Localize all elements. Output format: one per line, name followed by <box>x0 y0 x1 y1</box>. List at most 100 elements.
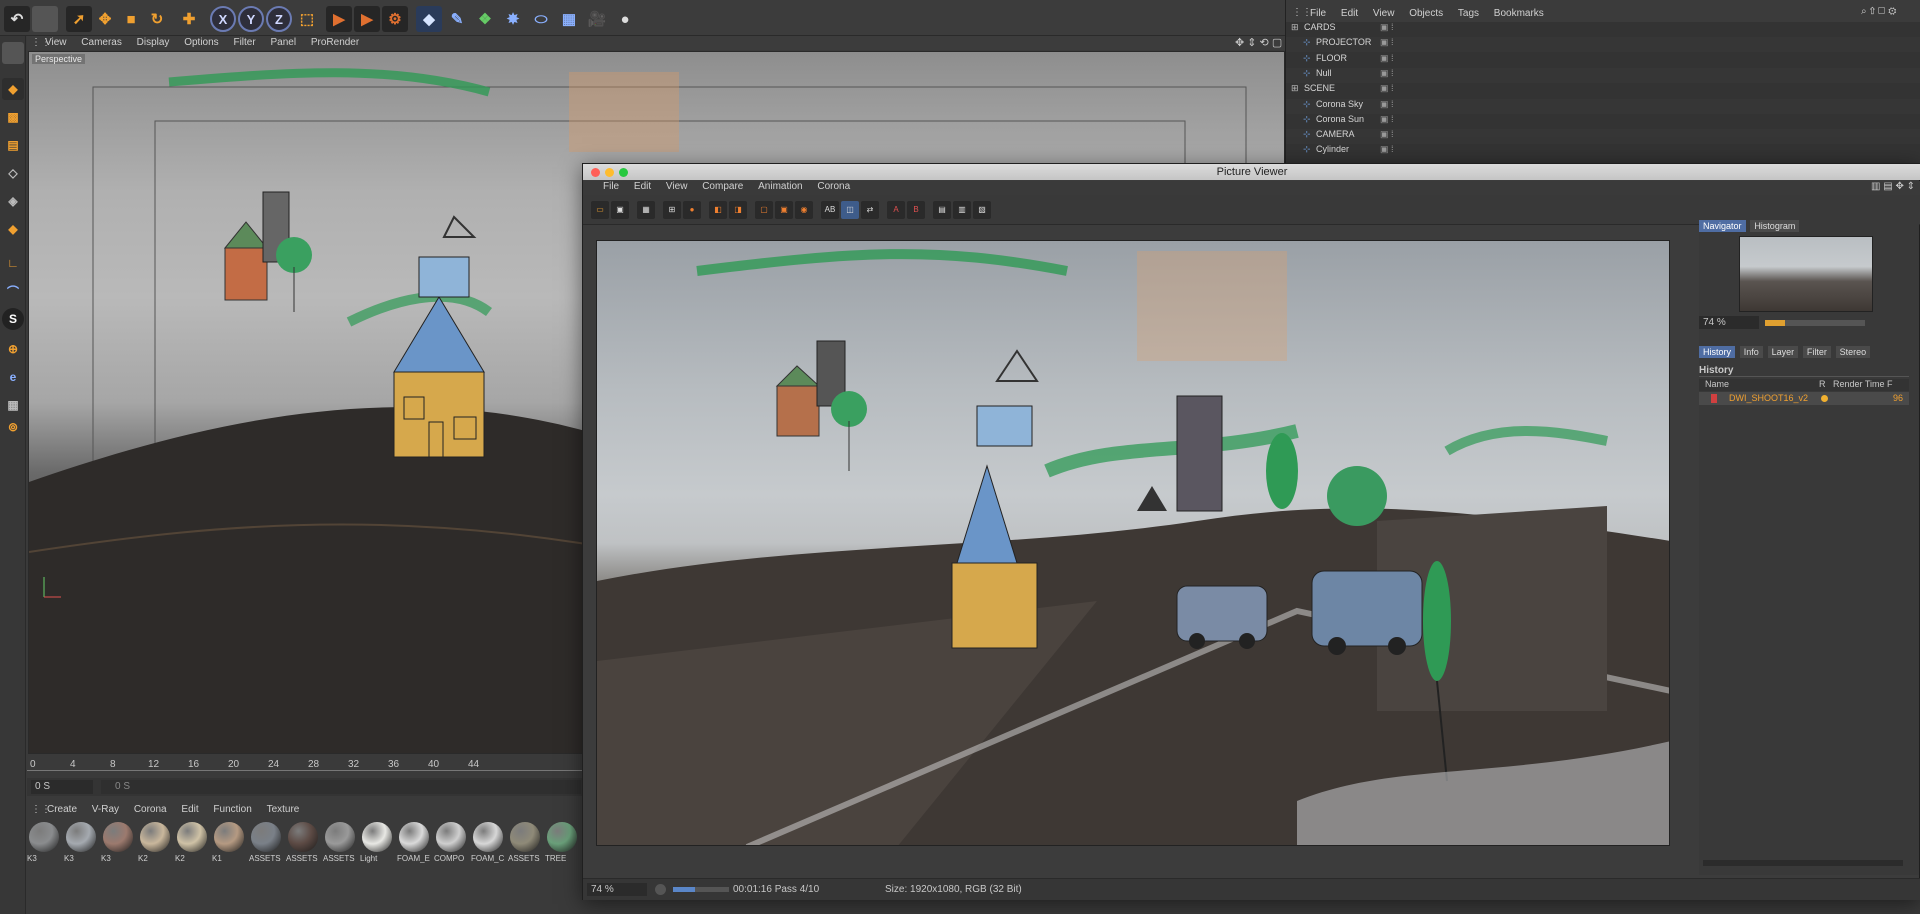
material-swatch[interactable]: K3 <box>101 820 135 868</box>
tab-navigator[interactable]: Navigator <box>1699 220 1746 232</box>
region-select-icon[interactable]: ▣ <box>775 201 793 219</box>
y-axis-button[interactable]: Y <box>238 6 264 32</box>
material-swatch[interactable]: K1 <box>212 820 246 868</box>
filter-icon[interactable]: ▤ <box>933 201 951 219</box>
material-swatch[interactable]: TREE <box>545 820 579 868</box>
current-frame-field[interactable]: 0 S <box>31 780 93 794</box>
material-menu-vray[interactable]: V-Ray <box>92 804 119 815</box>
texture-mode-icon[interactable]: ▩ <box>2 106 24 128</box>
live-selection-icon[interactable]: ✚ <box>176 6 202 32</box>
pv-menu-compare[interactable]: Compare <box>702 181 743 192</box>
visibility-toggle-icon[interactable]: ▣ ⁞ <box>1380 129 1394 140</box>
tweak-mode-icon[interactable]: ⌒ <box>2 280 24 302</box>
material-menu-edit[interactable]: Edit <box>181 804 198 815</box>
region-clear-icon[interactable]: ◉ <box>795 201 813 219</box>
pen-icon[interactable]: ✎ <box>444 6 470 32</box>
tab-layer[interactable]: Layer <box>1767 346 1799 358</box>
tab-history[interactable]: History <box>1699 346 1736 358</box>
render-view-icon[interactable]: ▶ <box>326 6 352 32</box>
viewport-menu-options[interactable]: Options <box>184 37 218 48</box>
object-menu-view[interactable]: View <box>1373 8 1395 19</box>
zoom-step-icon[interactable] <box>655 884 666 895</box>
rendered-image[interactable] <box>596 240 1670 846</box>
subdivision-icon[interactable]: ❖ <box>472 6 498 32</box>
viewport-menu-view[interactable]: View <box>45 37 67 48</box>
points-mode-icon[interactable]: ◇ <box>2 162 24 184</box>
object-row[interactable]: ⊹ PROJECTOR ▣ ⁞ <box>1286 37 1920 53</box>
redo-icon[interactable] <box>32 6 58 32</box>
viewport-menu-prorender[interactable]: ProRender <box>311 37 359 48</box>
material-menu-texture[interactable]: Texture <box>267 804 300 815</box>
camera-icon[interactable]: 🎥 <box>584 6 610 32</box>
channel-icon[interactable]: ▧ <box>973 201 991 219</box>
visibility-toggle-icon[interactable]: ▣ ⁞ <box>1380 53 1394 64</box>
stop-render-icon[interactable]: ⊞ <box>663 201 681 219</box>
pv-layout-icon[interactable]: ▥ ▤ ✥ ⇕ <box>1871 181 1915 192</box>
timeline-ruler[interactable]: 0 4 8 12 16 20 24 28 32 36 40 44 <box>27 756 587 774</box>
set-b-icon[interactable]: B <box>907 201 925 219</box>
object-name[interactable]: Corona Sky <box>1316 99 1363 109</box>
rotate-icon[interactable]: ↻ <box>144 6 170 32</box>
swap-icon[interactable]: ⇄ <box>861 201 879 219</box>
tab-stereo[interactable]: Stereo <box>1835 346 1871 358</box>
visibility-toggle-icon[interactable]: ▣ ⁞ <box>1380 144 1394 155</box>
object-row[interactable]: ⊹ CAMERA ▣ ⁞ <box>1286 129 1920 145</box>
visibility-toggle-icon[interactable]: ▣ ⁞ <box>1380 114 1394 125</box>
object-name[interactable]: SCENE <box>1304 83 1335 93</box>
navigator-thumbnail[interactable] <box>1739 236 1873 312</box>
render-picture-viewer-icon[interactable]: ▶ <box>354 6 380 32</box>
object-name[interactable]: Null <box>1316 68 1332 78</box>
object-menu-bookmarks[interactable]: Bookmarks <box>1494 8 1544 19</box>
zoom-window-button[interactable] <box>619 168 628 177</box>
render-icon[interactable]: ● <box>683 201 701 219</box>
viewport-menu-filter[interactable]: Filter <box>233 37 255 48</box>
object-row[interactable]: ⊹ Null ▣ ⁞ <box>1286 67 1920 83</box>
history-scrollbar[interactable] <box>1703 860 1903 866</box>
history-row[interactable]: DWI_SHOOT16_v2 96 <box>1699 392 1909 405</box>
object-row[interactable]: ⊹ Corona Sun ▣ ⁞ <box>1286 113 1920 129</box>
viewport-menu-panel[interactable]: Panel <box>270 37 296 48</box>
lock-workplane-icon[interactable]: ⊕ <box>2 338 24 360</box>
material-swatch[interactable]: FOAM_C <box>471 820 505 868</box>
material-swatch[interactable]: K2 <box>175 820 209 868</box>
object-type-icon[interactable]: ⊹ <box>1303 114 1311 125</box>
material-swatch[interactable]: K3 <box>27 820 61 868</box>
pv-menu-file[interactable]: File <box>603 181 619 192</box>
visibility-toggle-icon[interactable]: ▣ ⁞ <box>1380 83 1394 94</box>
object-type-icon[interactable]: ⊹ <box>1303 53 1311 64</box>
object-row[interactable]: ⊹ Corona Sky ▣ ⁞ <box>1286 98 1920 114</box>
save-file-icon[interactable]: ▣ <box>611 201 629 219</box>
cube-icon[interactable]: ◆ <box>416 6 442 32</box>
object-menu-tags[interactable]: Tags <box>1458 8 1479 19</box>
layer-icon[interactable]: ▥ <box>953 201 971 219</box>
object-type-icon[interactable]: ⊹ <box>1303 37 1311 48</box>
region-icon[interactable]: ▢ <box>755 201 773 219</box>
compare-ab-icon[interactable]: AB <box>821 201 839 219</box>
object-type-icon[interactable]: ⊹ <box>1303 99 1311 110</box>
navigator-zoom-field[interactable]: 74 % <box>1699 316 1759 329</box>
x-axis-button[interactable]: X <box>210 6 236 32</box>
object-type-icon[interactable]: ⊹ <box>1303 144 1311 155</box>
object-type-icon[interactable]: ⊹ <box>1303 68 1311 79</box>
copy-icon[interactable]: ◧ <box>709 201 727 219</box>
visibility-toggle-icon[interactable]: ▣ ⁞ <box>1380 22 1394 33</box>
zoom-field[interactable]: 74 % <box>587 883 647 896</box>
coordinate-system-icon[interactable]: ⬚ <box>294 6 320 32</box>
history-col-name[interactable]: Name <box>1705 379 1729 389</box>
object-row[interactable]: ⊞ CARDS ▣ ⁞ <box>1286 22 1920 37</box>
axis-mode-icon[interactable]: ∟ <box>2 252 24 274</box>
move-icon[interactable]: ✥ <box>92 6 118 32</box>
material-swatch[interactable]: FOAM_E <box>397 820 431 868</box>
material-menu-function[interactable]: Function <box>213 804 251 815</box>
material-swatch[interactable]: K3 <box>64 820 98 868</box>
make-editable-icon[interactable] <box>2 42 24 64</box>
deformer-icon[interactable]: ⬭ <box>528 6 554 32</box>
light-icon[interactable]: ● <box>612 6 638 32</box>
paste-icon[interactable]: ◨ <box>729 201 747 219</box>
object-row[interactable]: ⊞ SCENE ▣ ⁞ <box>1286 83 1920 99</box>
material-swatch[interactable]: ASSETS <box>286 820 320 868</box>
object-type-icon[interactable]: ⊹ <box>1303 129 1311 140</box>
frame-range-slider[interactable]: 0 S <box>101 780 581 794</box>
open-file-icon[interactable]: ▭ <box>591 201 609 219</box>
tab-histogram[interactable]: Histogram <box>1750 220 1800 232</box>
